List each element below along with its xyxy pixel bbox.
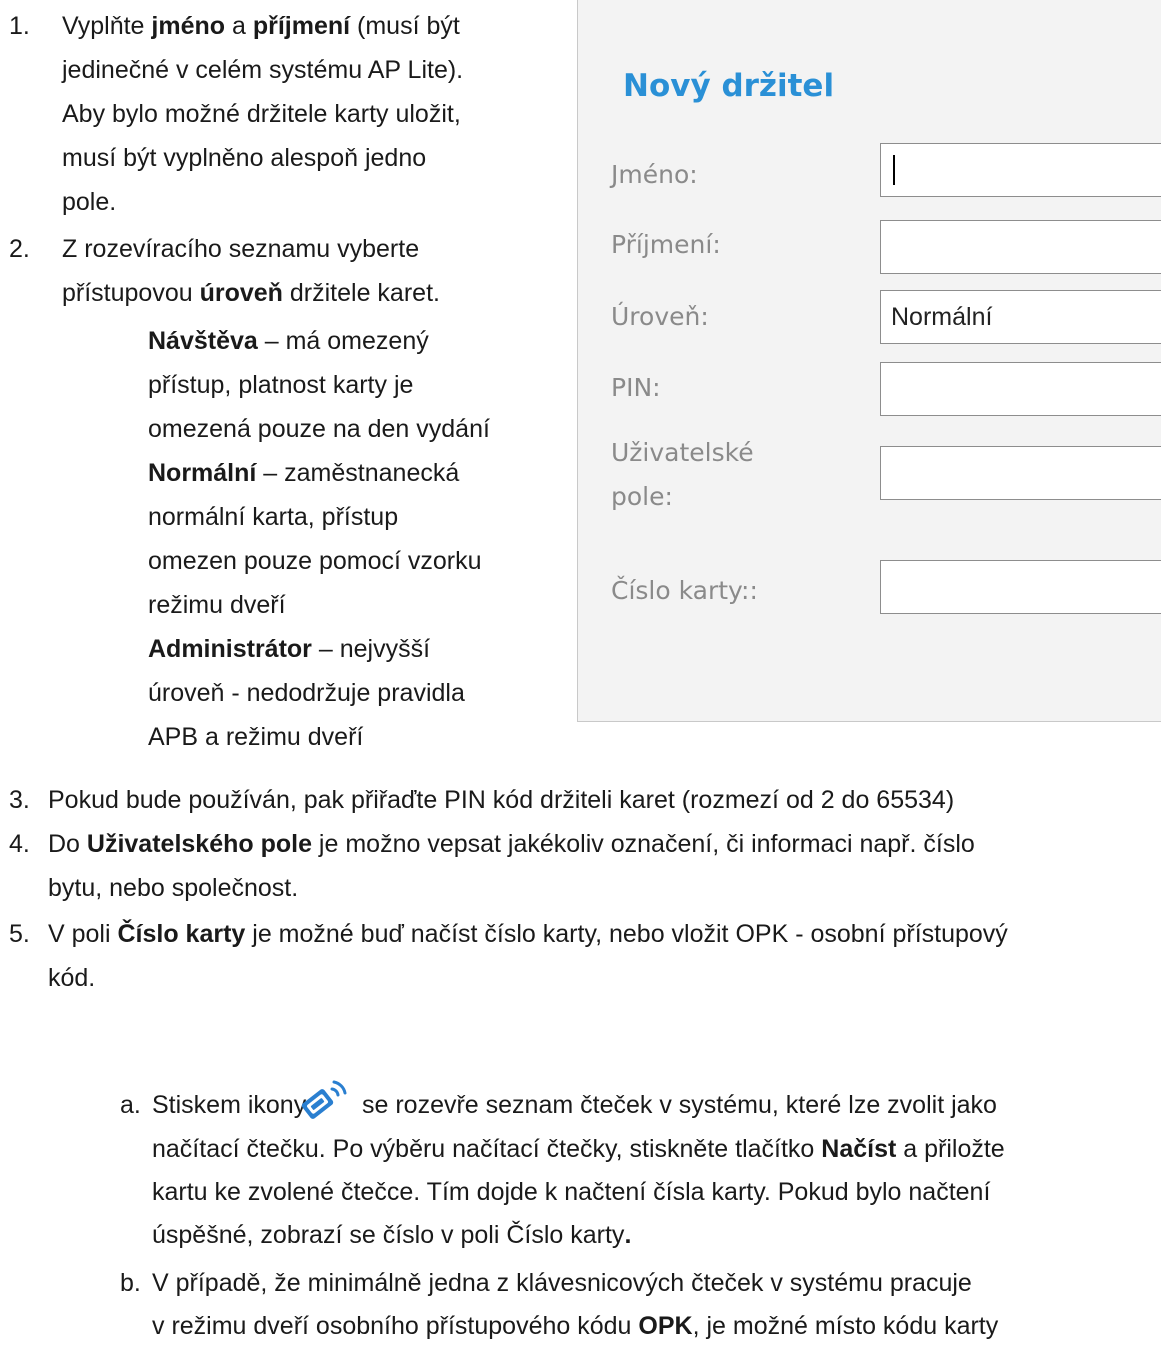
level-text: APB a režimu dveří [148, 723, 364, 751]
substep-text: se rozevře seznam čteček v systému, kter… [362, 1091, 997, 1119]
step-text: kód. [48, 964, 96, 992]
level-text: normální karta, přístup [148, 503, 399, 531]
substep-letter: b. [120, 1269, 141, 1297]
step-number: 5. [9, 920, 30, 948]
uzivatelske-label-line2: pole: [611, 482, 673, 511]
new-holder-dialog: Nový držitel Jméno: Příjmení: Úroveň: No… [577, 0, 1161, 722]
step-text: Do Uživatelského pole je možno vepsat ja… [48, 830, 975, 858]
step-text: Pokud bude používán, pak přiřaďte PIN kó… [48, 786, 955, 814]
jmeno-label: Jméno: [611, 160, 698, 189]
step-text: Aby bylo možné držitele karty uložit, [62, 100, 461, 128]
level-administrator: Administrátor – nejvyšší [148, 635, 431, 663]
level-text: omezená pouze na den vydání [148, 415, 490, 443]
level-text: omezen pouze pomocí vzorku [148, 547, 482, 575]
substep-text: kartu ke zvolené čtečce. Tím dojde k nač… [152, 1178, 991, 1206]
step-text: bytu, nebo společnost. [48, 874, 299, 902]
prijmeni-input[interactable] [880, 220, 1161, 274]
substep-text: V případě, že minimálně jedna z klávesni… [152, 1269, 972, 1297]
prijmeni-label: Příjmení: [611, 230, 721, 259]
pin-label: PIN: [611, 373, 661, 402]
uzivatelske-pole-input[interactable] [880, 446, 1161, 500]
step-text: Z rozevíracího seznamu vyberte [62, 235, 420, 263]
cislo-karty-label: Číslo karty:: [611, 576, 758, 605]
nfc-reader-icon[interactable] [298, 1075, 350, 1119]
cislo-karty-input[interactable] [880, 560, 1161, 614]
substep-letter: a. [120, 1091, 141, 1119]
substep-text: načítací čtečku. Po výběru načítací čteč… [152, 1135, 1005, 1163]
dialog-title: Nový držitel [623, 68, 835, 104]
step-text: jedinečné v celém systému AP Lite). [62, 56, 464, 84]
step-number: 3. [9, 786, 30, 814]
pin-input[interactable] [880, 362, 1161, 416]
substep-text: Stiskem ikony [152, 1091, 307, 1119]
uroven-label: Úroveň: [611, 302, 709, 331]
step-text: přístupovou úroveň držitele karet. [62, 279, 440, 307]
level-normalni: Normální – zaměstnanecká [148, 459, 460, 487]
uzivatelske-label-line1: Uživatelské [611, 438, 754, 467]
step-number: 1. [9, 12, 30, 40]
step-text: musí být vyplněno alespoň jedno [62, 144, 427, 172]
step-text: Vyplňte jméno a příjmení (musí být [62, 12, 460, 40]
level-text: režimu dveří [148, 591, 286, 619]
substep-text: úspěšné, zobrazí se číslo v poli Číslo k… [152, 1221, 632, 1249]
step-number: 2. [9, 235, 30, 263]
text-caret [893, 155, 895, 185]
jmeno-input[interactable] [880, 143, 1161, 197]
level-navsteva: Návštěva – má omezený [148, 327, 429, 355]
step-text: V poli Číslo karty je možné buď načíst č… [48, 920, 1008, 948]
uroven-select[interactable]: Normální [880, 290, 1161, 344]
step-text: pole. [62, 188, 117, 216]
step-number: 4. [9, 830, 30, 858]
uroven-selected-value: Normální [891, 303, 993, 331]
level-text: úroveň - nedodržuje pravidla [148, 679, 465, 707]
substep-text: v režimu dveří osobního přístupového kód… [152, 1312, 999, 1340]
level-text: přístup, platnost karty je [148, 371, 414, 399]
